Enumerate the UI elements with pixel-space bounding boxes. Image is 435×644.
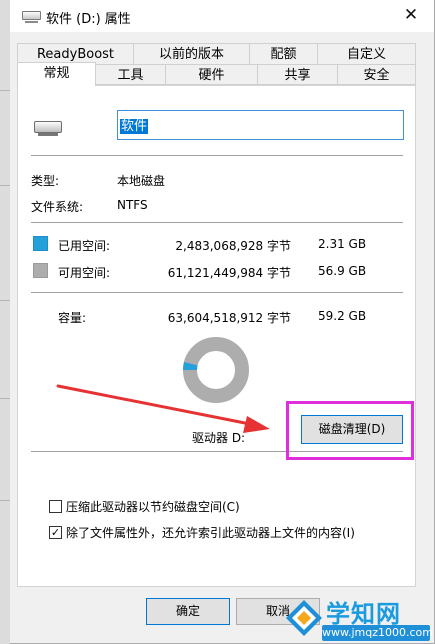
close-button[interactable]: ✕ bbox=[388, 0, 434, 31]
tab-general[interactable]: 常规 bbox=[17, 62, 96, 86]
hard-drive-icon bbox=[34, 121, 62, 136]
site-watermark: 学知网 www.jmqz1000.com bbox=[280, 592, 435, 644]
type-label: 类型: bbox=[31, 174, 60, 188]
filesystem-label: 文件系统: bbox=[31, 200, 84, 214]
watermark-logo-icon bbox=[286, 600, 322, 636]
title-bar[interactable]: 软件 (D:) 属性 ✕ bbox=[10, 0, 434, 32]
tab-previous-versions[interactable]: 以前的版本 bbox=[133, 43, 250, 64]
watermark-title: 学知网 bbox=[326, 600, 401, 628]
index-option[interactable]: ✓ 除了文件属性外，还允许索引此驱动器上文件的内容(I) bbox=[49, 524, 355, 540]
compress-checkbox[interactable] bbox=[49, 499, 62, 513]
free-space-bytes: 61,121,449,984 字节 bbox=[167, 266, 291, 280]
volume-name-value: 软件 bbox=[120, 119, 149, 134]
used-space-size: 2.31 GB bbox=[318, 237, 367, 251]
free-space-size: 56.9 GB bbox=[318, 264, 367, 278]
free-space-swatch bbox=[33, 263, 48, 278]
tab-customize[interactable]: 自定义 bbox=[317, 43, 416, 64]
drive-icon bbox=[22, 11, 41, 23]
capacity-label: 容量: bbox=[58, 311, 87, 325]
used-space-swatch bbox=[33, 236, 48, 251]
divider bbox=[31, 451, 403, 452]
compress-label: 压缩此驱动器以节约磁盘空间(C) bbox=[66, 499, 240, 514]
compress-option[interactable]: 压缩此驱动器以节约磁盘空间(C) bbox=[49, 498, 240, 514]
tab-quota[interactable]: 配额 bbox=[249, 43, 318, 64]
tab-sharing[interactable]: 共享 bbox=[257, 64, 338, 85]
filesystem-value: NTFS bbox=[117, 198, 148, 212]
capacity-bytes: 63,604,518,912 字节 bbox=[167, 311, 291, 325]
index-label: 除了文件属性外，还允许索引此驱动器上文件的内容(I) bbox=[66, 525, 355, 540]
drive-letter-label: 驱动器 D: bbox=[192, 431, 246, 445]
ok-button[interactable]: 确定 bbox=[146, 598, 230, 625]
disk-cleanup-button[interactable]: 磁盘清理(D) bbox=[301, 415, 403, 444]
disk-usage-donut-chart bbox=[183, 337, 249, 403]
general-tab-panel: 软件 类型: 本地磁盘 文件系统: NTFS 已用空间: 2,483,068,9… bbox=[17, 85, 416, 587]
watermark-url: www.jmqz1000.com bbox=[322, 625, 433, 641]
type-value: 本地磁盘 bbox=[117, 174, 166, 188]
used-space-bytes: 2,483,068,928 字节 bbox=[175, 239, 291, 253]
divider bbox=[31, 292, 403, 293]
index-checkbox[interactable]: ✓ bbox=[49, 525, 62, 539]
capacity-size: 59.2 GB bbox=[318, 309, 367, 323]
tab-hardware[interactable]: 硬件 bbox=[165, 64, 258, 85]
volume-name-input[interactable]: 软件 bbox=[117, 110, 404, 140]
tab-readyboost[interactable]: ReadyBoost bbox=[17, 43, 134, 64]
used-space-label: 已用空间: bbox=[58, 239, 111, 253]
divider bbox=[31, 222, 403, 223]
free-space-label: 可用空间: bbox=[58, 266, 111, 280]
tab-security[interactable]: 安全 bbox=[337, 64, 416, 85]
window-title: 软件 (D:) 属性 bbox=[46, 12, 131, 27]
donut-free-segment bbox=[183, 337, 249, 403]
divider bbox=[31, 155, 403, 156]
tab-tools[interactable]: 工具 bbox=[95, 64, 166, 85]
